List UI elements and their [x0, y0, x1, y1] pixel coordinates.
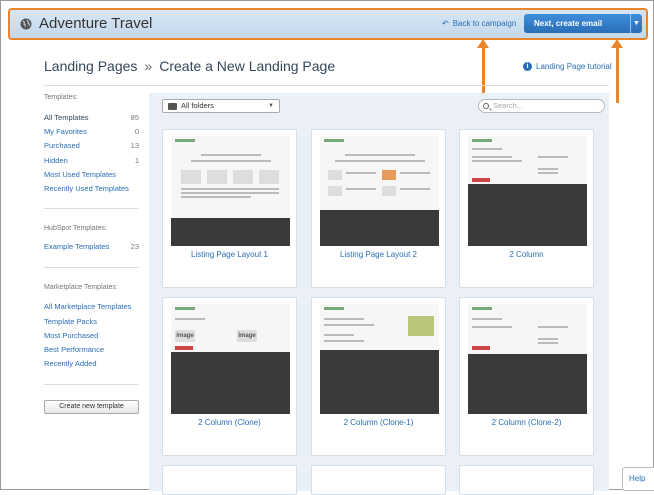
template-thumbnail — [171, 136, 290, 246]
template-card-label: 2 Column — [509, 250, 544, 259]
sidebar-item-label: Recently Used Templates — [44, 184, 129, 193]
template-thumbnail — [468, 304, 587, 414]
breadcrumb-separator: » — [144, 58, 153, 74]
sidebar-item-label: Template Packs — [44, 317, 97, 326]
annotation-arrow-left-head — [477, 39, 489, 48]
page-title: Landing Pages » Create a New Landing Page — [44, 58, 335, 74]
sidebar-item-count: 23 — [130, 242, 139, 251]
search-icon — [483, 103, 489, 109]
template-card[interactable]: 2 Column (Clone-2) — [459, 297, 594, 456]
breadcrumb-parent[interactable]: Landing Pages — [44, 58, 137, 74]
sidebar-item-label: Recently Added — [44, 359, 97, 368]
template-thumbnail — [320, 136, 439, 246]
template-card-label: Listing Page Layout 2 — [340, 250, 417, 259]
tutorial-label: Landing Page tutorial — [536, 62, 612, 71]
folder-select[interactable]: All folders ▼ — [162, 99, 280, 113]
search-input[interactable]: Search... — [478, 99, 605, 113]
sidebar-item-most-used[interactable]: Most Used Templates — [44, 170, 139, 179]
sidebar-item-best-performance[interactable]: Best Performance — [44, 345, 139, 354]
image-placeholder: Image — [237, 330, 257, 342]
template-card-label: 2 Column (Clone) — [198, 418, 261, 427]
page-heading: Create a New Landing Page — [159, 58, 336, 74]
info-icon: i — [523, 62, 532, 71]
help-button[interactable]: Help — [622, 467, 654, 491]
folder-icon — [168, 103, 177, 110]
search-placeholder: Search... — [493, 101, 524, 110]
sidebar-item-example-templates[interactable]: Example Templates 23 — [44, 242, 139, 251]
sidebar-item-count: 0 — [134, 127, 139, 136]
templates-heading: Templates: — [44, 94, 78, 101]
sidebar-item-label: Best Performance — [44, 345, 105, 354]
divider — [44, 208, 139, 209]
sidebar-item-count: 85 — [130, 113, 139, 122]
template-card-label: Listing Page Layout 1 — [191, 250, 268, 259]
sidebar-item-label: Most Purchased — [44, 331, 99, 340]
back-to-campaign-link[interactable]: ↶ Back to campaign — [442, 19, 516, 28]
sidebar-item-recently-added[interactable]: Recently Added — [44, 359, 139, 368]
sidebar-item-label: Hidden — [44, 156, 68, 165]
sidebar-item-label: My Favorites — [44, 127, 87, 136]
template-thumbnail: Image Image — [171, 304, 290, 414]
sidebar-item-count: 13 — [130, 141, 139, 150]
chevron-down-icon[interactable]: ▼ — [630, 14, 642, 33]
sidebar-item-recently-used[interactable]: Recently Used Templates — [44, 184, 139, 193]
divider — [44, 85, 609, 86]
sidebar-item-label: Purchased — [44, 141, 80, 150]
sidebar-item-most-purchased[interactable]: Most Purchased — [44, 331, 139, 340]
hubspot-templates-heading: HubSpot Templates: — [44, 225, 107, 232]
sidebar-item-hidden[interactable]: Hidden 1 — [44, 156, 139, 165]
next-create-email-button[interactable]: Next, create email ▼ — [524, 14, 642, 33]
annotation-arrow-right-head — [611, 39, 623, 48]
template-card[interactable]: Image Image 2 Column (Clone) — [162, 297, 297, 456]
sidebar-item-my-favorites[interactable]: My Favorites 0 — [44, 127, 139, 136]
template-card[interactable] — [459, 465, 594, 495]
sidebar-item-all-templates[interactable]: All Templates 85 — [44, 113, 139, 122]
sidebar-item-count: 1 — [134, 156, 139, 165]
sidebar-item-label: Example Templates — [44, 242, 110, 251]
divider — [44, 267, 139, 268]
header-bar: Adventure Travel ↶ Back to campaign Next… — [8, 8, 648, 40]
template-card[interactable] — [311, 465, 446, 495]
folder-select-value: All folders — [181, 101, 214, 110]
sidebar-item-label: Most Used Templates — [44, 170, 116, 179]
template-card[interactable]: 2 Column — [459, 129, 594, 288]
template-card[interactable]: Listing Page Layout 2 — [311, 129, 446, 288]
sidebar-item-label: All Templates — [44, 113, 89, 122]
next-button-label: Next, create email — [534, 19, 603, 28]
globe-icon — [20, 18, 32, 30]
marketplace-templates-heading: Marketplace Templates: — [44, 284, 118, 291]
annotation-arrow-right-shaft — [616, 47, 619, 103]
tutorial-link[interactable]: i Landing Page tutorial — [523, 62, 612, 71]
app-title: Adventure Travel — [39, 15, 153, 32]
template-card[interactable] — [162, 465, 297, 495]
annotation-arrow-left-shaft — [482, 47, 485, 99]
app-window: Adventure Travel ↶ Back to campaign Next… — [0, 0, 654, 495]
sidebar-item-template-packs[interactable]: Template Packs — [44, 317, 139, 326]
create-new-template-button[interactable]: Create new template — [44, 400, 139, 414]
back-arrow-icon: ↶ — [442, 19, 449, 28]
template-card[interactable]: Listing Page Layout 1 — [162, 129, 297, 288]
template-thumbnail — [468, 136, 587, 246]
divider — [44, 384, 139, 385]
template-card-label: 2 Column (Clone-1) — [343, 418, 414, 427]
sidebar-item-all-marketplace[interactable]: All Marketplace Templates — [44, 302, 139, 311]
template-card-label: 2 Column (Clone-2) — [491, 418, 562, 427]
chevron-down-icon: ▼ — [268, 103, 274, 109]
image-placeholder: Image — [175, 330, 195, 342]
back-link-label: Back to campaign — [452, 19, 517, 28]
template-thumbnail — [320, 304, 439, 414]
sidebar-item-label: All Marketplace Templates — [44, 302, 132, 311]
sidebar-item-purchased[interactable]: Purchased 13 — [44, 141, 139, 150]
template-card[interactable]: 2 Column (Clone-1) — [311, 297, 446, 456]
